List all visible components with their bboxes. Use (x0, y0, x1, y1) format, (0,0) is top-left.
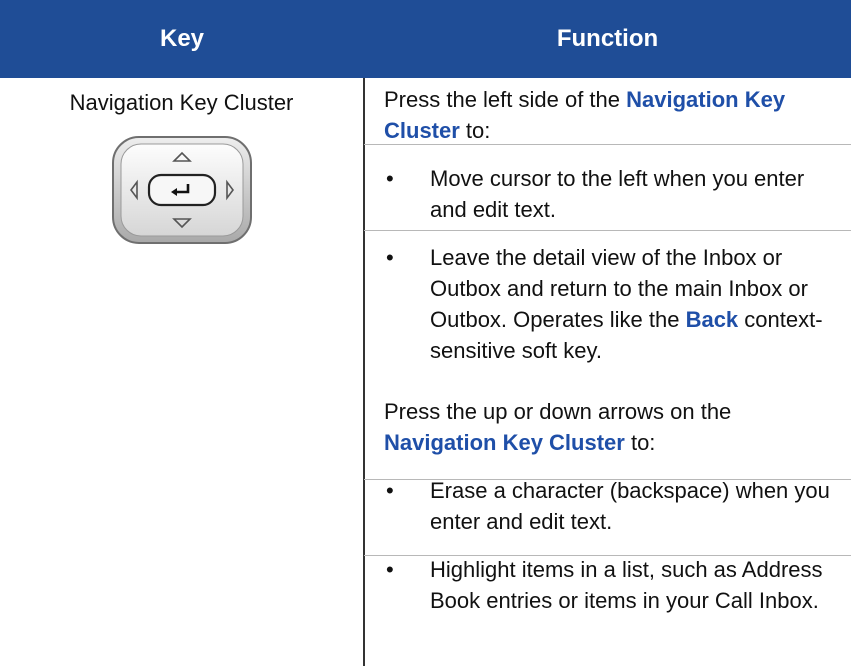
divider (364, 144, 851, 145)
header-key: Key (159, 25, 205, 52)
key-function-table: Key Function Navigation Key Cluster Pres… (0, 0, 851, 666)
key-cell: Navigation Key Cluster (0, 78, 363, 246)
navigation-key-cluster-icon (111, 136, 252, 244)
divider (364, 230, 851, 231)
bullet-icon: • (386, 245, 394, 270)
divider (364, 555, 851, 556)
table-header: Key Function (0, 0, 851, 78)
list-item: • Leave the detail view of the Inbox or … (384, 242, 834, 366)
bullet-icon: • (386, 166, 394, 191)
key-name: Navigation Key Cluster (69, 90, 294, 115)
divider (364, 479, 851, 480)
function-cell: Press the left side of the Navigation Ke… (384, 78, 834, 616)
intro-left: Press the left side of the Navigation Ke… (384, 87, 786, 143)
list-item: • Move cursor to the left when you enter… (384, 163, 834, 225)
header-function: Function (556, 25, 659, 52)
column-divider (363, 78, 365, 666)
intro-up-down: Press the up or down arrows on the Navig… (384, 399, 732, 455)
list-item: • Highlight items in a list, such as Add… (384, 554, 834, 616)
back-softkey-label: Back (685, 307, 739, 332)
bullet-icon: • (386, 557, 394, 582)
nav-cluster-link: Navigation Key Cluster (384, 430, 625, 455)
list-item: • Erase a character (backspace) when you… (384, 475, 834, 537)
